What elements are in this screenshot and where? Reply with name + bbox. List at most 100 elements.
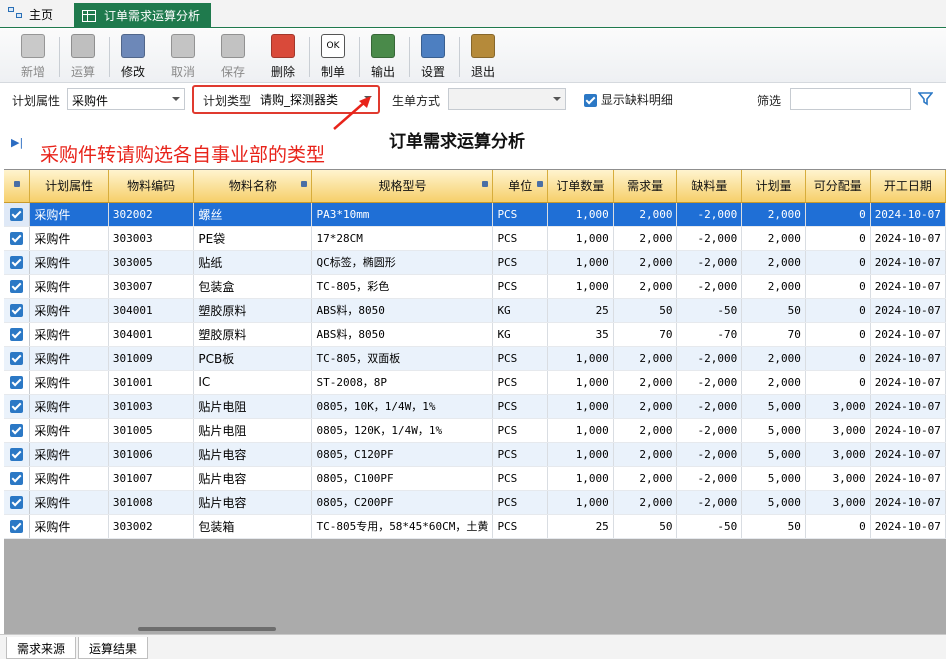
column-header[interactable]: 规格型号: [311, 170, 494, 203]
table-cell: 2024-10-07: [870, 274, 946, 299]
row-select-cell[interactable]: [4, 418, 31, 443]
row-select-cell[interactable]: [4, 466, 31, 491]
column-header[interactable]: 物料名称: [193, 170, 313, 203]
table-cell: 1,000: [547, 394, 614, 419]
table-row[interactable]: 采购件 301005 贴片电阻 0805，120K，1/4W，1% PCS 1,000 2,…: [4, 418, 946, 443]
show-shortage-label: 显示缺料明细: [600, 93, 673, 107]
row-checkbox[interactable]: [10, 375, 24, 389]
exit-button[interactable]: 退出: [460, 32, 506, 80]
filter-funnel-icon[interactable]: [918, 91, 933, 106]
row-select-cell[interactable]: [4, 514, 31, 539]
row-checkbox[interactable]: [10, 327, 24, 341]
column-header[interactable]: 计划量: [741, 170, 806, 203]
table-row[interactable]: 采购件 303003 PE袋 17*28CM PCS 1,000 2,000 -2,000 2,…: [4, 226, 946, 251]
row-checkbox[interactable]: [10, 519, 24, 533]
row-select-cell[interactable]: [4, 202, 31, 227]
plan-attr-select[interactable]: 采购件: [67, 88, 185, 110]
undo-button[interactable]: 取消: [160, 32, 206, 80]
column-header[interactable]: 订单数量: [547, 170, 614, 203]
column-header[interactable]: 开工日期: [870, 170, 946, 203]
row-select-cell[interactable]: [4, 322, 31, 347]
table-row[interactable]: 采购件 304001 塑胶原料 ABS料，8050 KG 25 50 -50 50 0 2024-1…: [4, 298, 946, 323]
row-select-cell[interactable]: [4, 394, 31, 419]
table-cell: 5,000: [741, 394, 806, 419]
table-row[interactable]: 采购件 301009 PCB板 TC-805，双面板 PCS 1,000 2,000 -2,0…: [4, 346, 946, 371]
row-checkbox[interactable]: [10, 495, 24, 509]
tab-home[interactable]: 主页: [8, 4, 53, 24]
table-row[interactable]: 采购件 303007 包装盒 TC-805，彩色 PCS 1,000 2,000 -2,000…: [4, 274, 946, 299]
column-header[interactable]: 需求量: [613, 170, 678, 203]
row-checkbox[interactable]: [10, 279, 24, 293]
table-cell: -2,000: [676, 370, 743, 395]
save-button[interactable]: 保存: [210, 32, 256, 80]
column-header[interactable]: 物料编码: [108, 170, 195, 203]
row-select-cell[interactable]: [4, 442, 31, 467]
column-header[interactable]: 缺料量: [676, 170, 743, 203]
row-select-cell[interactable]: [4, 250, 31, 275]
gen-mode-select[interactable]: [448, 88, 566, 110]
delete-button[interactable]: 删除: [260, 32, 306, 80]
table-row[interactable]: 采购件 301001 IC ST-2008，8P PCS 1,000 2,000 -2,000…: [4, 370, 946, 395]
data-grid[interactable]: 计划属性 物料编码 物料名称 规格型号 单位 订单数量 需求量 缺料量 计划量 可分配量 开工日期 …: [4, 169, 946, 624]
row-select-cell[interactable]: [4, 274, 31, 299]
tab-calc-result[interactable]: 运算结果: [78, 637, 149, 659]
table-cell: 包装盒: [193, 274, 313, 299]
horizontal-scrollbar[interactable]: [4, 624, 946, 634]
column-header-label: 计划属性: [45, 179, 94, 194]
row-checkbox[interactable]: [10, 447, 24, 461]
table-cell: PCS: [492, 418, 549, 443]
table-row[interactable]: 采购件 302002 螺丝 PA3*10mm PCS 1,000 2,000 -2,000 2,…: [4, 202, 946, 227]
scrollbar-thumb[interactable]: [138, 627, 276, 631]
settings-icon: [421, 34, 445, 58]
table-row[interactable]: 采购件 301007 贴片电容 0805，C100PF PCS 1,000 2,000 -2,…: [4, 466, 946, 491]
table-cell: 2,000: [741, 250, 806, 275]
row-checkbox[interactable]: [10, 255, 24, 269]
row-select-cell[interactable]: [4, 490, 31, 515]
plan-attr-value: 采购件: [72, 94, 109, 108]
new-button[interactable]: 新增: [10, 32, 56, 80]
table-cell: 1,000: [547, 442, 614, 467]
row-select-cell[interactable]: [4, 226, 31, 251]
table-cell: 1,000: [547, 418, 614, 443]
column-header[interactable]: 单位: [492, 170, 549, 203]
table-cell: TC-805，彩色: [311, 274, 494, 299]
column-header[interactable]: 可分配量: [805, 170, 871, 203]
row-checkbox[interactable]: [10, 303, 24, 317]
table-cell: 301006: [108, 442, 195, 467]
run-button[interactable]: 运算: [60, 32, 106, 80]
show-shortage-toggle[interactable]: 显示缺料明细: [584, 91, 673, 108]
table-row[interactable]: 采购件 301006 贴片电容 0805，C120PF PCS 1,000 2,000 -2,…: [4, 442, 946, 467]
select-all-header[interactable]: [4, 170, 31, 203]
tab-order-analysis[interactable]: 订单需求运算分析: [74, 3, 211, 28]
ok-button[interactable]: OK 制单: [310, 32, 356, 80]
row-checkbox[interactable]: [10, 399, 24, 413]
row-checkbox[interactable]: [10, 471, 24, 485]
show-shortage-checkbox[interactable]: [584, 94, 597, 107]
table-row[interactable]: 采购件 301008 贴片电容 0805，C200PF PCS 1,000 2,000 -2,…: [4, 490, 946, 515]
row-checkbox[interactable]: [10, 351, 24, 365]
column-header[interactable]: 计划属性: [29, 170, 109, 203]
row-checkbox[interactable]: [10, 231, 24, 245]
tab-demand-source[interactable]: 需求来源: [6, 637, 77, 659]
table-row[interactable]: 采购件 303002 包装箱 TC-805专用，58*45*60CM，土黄 PCS 25 5…: [4, 514, 946, 539]
row-checkbox[interactable]: [10, 423, 24, 437]
row-select-cell[interactable]: [4, 370, 31, 395]
collapse-panel-icon[interactable]: ▶|: [11, 136, 23, 149]
table-cell: 0805，10K，1/4W，1%: [311, 394, 494, 419]
table-cell: 5,000: [741, 490, 806, 515]
table-cell: 70: [613, 322, 678, 347]
edit-button[interactable]: 修改: [110, 32, 156, 80]
table-row[interactable]: 采购件 304001 塑胶原料 ABS料，8050 KG 35 70 -70 70 0 2024-1…: [4, 322, 946, 347]
filter-input[interactable]: [790, 88, 911, 110]
table-cell: 0: [805, 250, 871, 275]
table-cell: 0: [805, 322, 871, 347]
export-button[interactable]: 输出: [360, 32, 406, 80]
row-checkbox[interactable]: [10, 207, 24, 221]
table-cell: 302002: [108, 202, 195, 227]
table-cell: -70: [676, 322, 743, 347]
table-row[interactable]: 采购件 303005 贴纸 QC标签，椭圆形 PCS 1,000 2,000 -2,000 2,…: [4, 250, 946, 275]
settings-button[interactable]: 设置: [410, 32, 456, 80]
row-select-cell[interactable]: [4, 298, 31, 323]
row-select-cell[interactable]: [4, 346, 31, 371]
table-row[interactable]: 采购件 301003 贴片电阻 0805，10K，1/4W，1% PCS 1,000 2,0…: [4, 394, 946, 419]
